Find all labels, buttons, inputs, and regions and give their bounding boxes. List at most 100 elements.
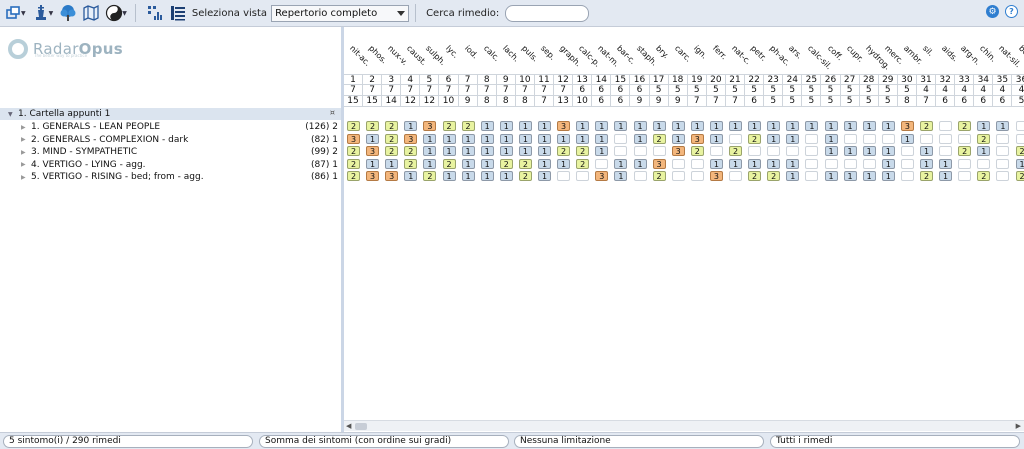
map-icon[interactable]	[81, 3, 101, 23]
expand-triangle-icon[interactable]: ▶	[21, 161, 31, 168]
grade-cell[interactable]: 1	[862, 146, 876, 156]
grade-cell[interactable]	[805, 158, 819, 169]
grade-cell[interactable]: 1	[461, 146, 475, 156]
grade-cell[interactable]: 1	[595, 133, 609, 144]
grade-cell[interactable]: 1	[939, 158, 953, 169]
grade-cell[interactable]	[729, 171, 742, 181]
rubric-row[interactable]: ▶ 5. VERTIGO - RISING - bed; from - agg. (…	[0, 171, 341, 183]
grade-cell[interactable]: 3	[900, 121, 914, 131]
grade-cell[interactable]: 1	[557, 133, 571, 144]
grade-cell[interactable]: 1	[881, 171, 895, 181]
grade-cell[interactable]: 1	[767, 133, 781, 144]
grade-cell[interactable]: 1	[404, 171, 418, 181]
grade-cell[interactable]: 1	[499, 171, 513, 181]
grade-cell[interactable]: 1	[786, 158, 800, 169]
grade-cell[interactable]: 1	[862, 121, 876, 131]
grade-cell[interactable]: 1	[843, 121, 857, 131]
grade-cell[interactable]: 1	[461, 133, 475, 144]
grade-cell[interactable]: 1	[920, 158, 933, 169]
grade-cell[interactable]: 1	[671, 133, 685, 144]
grade-cell[interactable]	[576, 171, 590, 181]
grade-cell[interactable]	[939, 121, 953, 131]
grade-cell[interactable]: 1	[767, 121, 781, 131]
grade-cell[interactable]: 2	[404, 158, 418, 169]
gear-icon[interactable]: ⚙	[986, 5, 999, 18]
grade-cell[interactable]	[671, 158, 685, 169]
grade-cell[interactable]: 1	[690, 121, 704, 131]
remedy-name[interactable]: lach.	[501, 44, 521, 64]
remedy-name[interactable]: ars.	[787, 44, 804, 61]
grade-cell[interactable]: 2	[366, 121, 380, 131]
rubric-row[interactable]: ▶ 3. MIND - SYMPATHETIC (99) 2	[0, 146, 341, 158]
grade-cell[interactable]: 2	[404, 146, 418, 156]
scroll-right-icon[interactable]: ▶	[1016, 422, 1021, 430]
grade-cell[interactable]: 1	[843, 171, 857, 181]
grade-cell[interactable]: 1	[977, 121, 991, 131]
grade-cell[interactable]: 1	[614, 121, 628, 131]
grade-cell[interactable]: 1	[518, 146, 532, 156]
remedy-name[interactable]: ambr.	[902, 44, 925, 67]
chess-king-icon[interactable]	[31, 3, 51, 23]
remedy-name[interactable]: lyc.	[444, 44, 460, 60]
grade-cell[interactable]: 1	[366, 133, 380, 144]
grade-cell[interactable]: 1	[480, 121, 494, 131]
windows-icon[interactable]	[3, 3, 23, 23]
grade-cell[interactable]: 1	[442, 171, 456, 181]
grade-cell[interactable]	[900, 146, 914, 156]
grade-cell[interactable]: 1	[480, 146, 494, 156]
grade-cell[interactable]	[633, 171, 647, 181]
grade-cell[interactable]: 1	[824, 121, 838, 131]
grade-cell[interactable]: 1	[576, 133, 590, 144]
remedy-name[interactable]: arg-n.	[959, 44, 982, 67]
expand-triangle-icon[interactable]: ▶	[21, 124, 31, 131]
grade-cell[interactable]: 2	[557, 146, 571, 156]
chevron-down-icon[interactable]: ▼	[21, 10, 26, 17]
grade-cell[interactable]: 1	[499, 121, 513, 131]
grade-cell[interactable]: 3	[423, 121, 437, 131]
grade-cell[interactable]	[1015, 133, 1024, 144]
grade-cell[interactable]	[690, 158, 704, 169]
remedy-name[interactable]: nat-c.	[730, 44, 753, 67]
grade-cell[interactable]	[633, 146, 647, 156]
grade-cell[interactable]	[996, 146, 1010, 156]
grade-cell[interactable]: 1	[423, 158, 437, 169]
grade-cell[interactable]	[920, 133, 933, 144]
grade-cell[interactable]: 1	[480, 158, 494, 169]
grade-cell[interactable]: 2	[920, 171, 933, 181]
grade-cell[interactable]: 1	[442, 146, 456, 156]
grade-cell[interactable]: 1	[480, 133, 494, 144]
expand-triangle-icon[interactable]: ▼	[8, 111, 18, 118]
grade-cell[interactable]: 3	[652, 158, 666, 169]
grade-cell[interactable]	[900, 158, 914, 169]
grade-cell[interactable]	[595, 158, 609, 169]
grade-cell[interactable]	[767, 146, 781, 156]
grade-cell[interactable]	[958, 158, 972, 169]
grade-cell[interactable]: 1	[900, 133, 914, 144]
grade-cell[interactable]: 2	[977, 171, 991, 181]
grade-cell[interactable]: 1	[538, 158, 551, 169]
grade-cell[interactable]: 2	[977, 133, 991, 144]
status-analysis[interactable]: Somma dei sintomi (con ordine sui gradi)	[259, 435, 509, 448]
grade-cell[interactable]: 1	[499, 133, 513, 144]
grade-cell[interactable]: 2	[748, 171, 762, 181]
remedy-name[interactable]: puls.	[520, 44, 540, 64]
help-icon[interactable]: ?	[1005, 5, 1018, 18]
list-icon[interactable]	[168, 3, 188, 23]
grade-cell[interactable]	[614, 133, 628, 144]
grade-cell[interactable]: 1	[557, 158, 571, 169]
grade-cell[interactable]: 2	[499, 158, 513, 169]
grade-cell[interactable]: 1	[518, 121, 532, 131]
grade-cell[interactable]: 2	[576, 146, 590, 156]
grade-cell[interactable]	[996, 171, 1010, 181]
grade-cell[interactable]	[614, 146, 628, 156]
horizontal-scrollbar[interactable]: ◀ ▶	[344, 420, 1024, 431]
chart-icon[interactable]	[145, 3, 165, 23]
grade-cell[interactable]: 1	[442, 133, 456, 144]
grade-cell[interactable]: 1	[595, 121, 609, 131]
grade-cell[interactable]	[671, 171, 685, 181]
grade-cell[interactable]: 3	[690, 133, 704, 144]
expand-triangle-icon[interactable]: ▶	[21, 149, 31, 156]
grade-cell[interactable]: 1	[423, 133, 437, 144]
grade-cell[interactable]: 1	[881, 121, 895, 131]
grade-cell[interactable]: 3	[671, 146, 685, 156]
